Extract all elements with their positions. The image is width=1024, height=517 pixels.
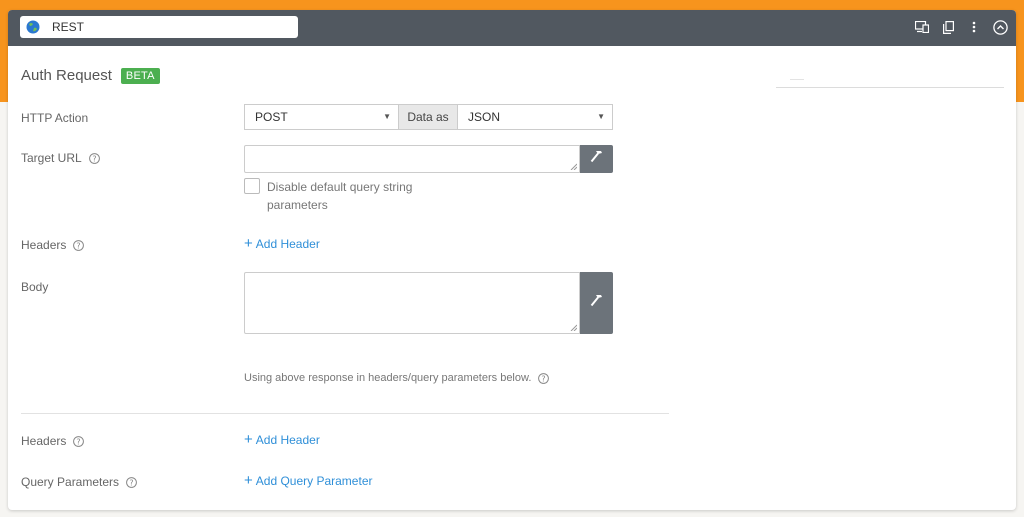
target-url-label-text: Target URL	[21, 151, 82, 165]
help-circle-icon[interactable]: ?	[88, 152, 100, 164]
globe-icon	[26, 20, 40, 34]
help-circle-icon[interactable]: ?	[73, 435, 85, 447]
plus-icon: +	[244, 235, 253, 252]
integration-name-field[interactable]: REST	[20, 16, 298, 38]
add-response-header-text: Add Header	[255, 433, 320, 447]
resize-handle-icon[interactable]	[570, 324, 577, 331]
chevron-down-icon: ▼	[597, 112, 605, 121]
hammer-icon	[590, 294, 603, 312]
section-title: Auth Request	[21, 67, 112, 84]
headers-label: Headers ?	[21, 238, 85, 252]
response-usage-note: Using above response in headers/query pa…	[244, 372, 550, 384]
resize-handle-icon[interactable]	[570, 163, 577, 170]
hammer-icon	[590, 150, 603, 168]
help-circle-icon[interactable]: ?	[73, 239, 85, 251]
integration-name: REST	[52, 20, 85, 34]
plus-icon: +	[244, 431, 253, 448]
disable-query-string-label: Disable default query string parameters	[267, 180, 413, 212]
svg-text:?: ?	[129, 478, 133, 487]
section-divider	[21, 413, 669, 414]
add-query-parameter-text: Add Query Parameter	[255, 474, 373, 488]
response-headers-label: Headers ?	[21, 434, 85, 448]
right-panel-placeholder	[790, 79, 804, 80]
target-url-builder-button[interactable]	[580, 145, 613, 173]
http-action-label: HTTP Action	[21, 111, 88, 125]
headers-label-text: Headers	[21, 238, 67, 252]
devices-icon[interactable]	[914, 19, 930, 35]
add-header-link[interactable]: + Add Header	[244, 235, 320, 252]
body-textarea[interactable]	[244, 272, 580, 334]
query-parameters-label: Query Parameters ?	[21, 475, 137, 489]
help-circle-icon[interactable]: ?	[126, 476, 137, 488]
data-format-value: JSON	[468, 110, 501, 124]
collapse-icon[interactable]	[992, 19, 1008, 35]
svg-text:?: ?	[77, 241, 81, 250]
data-format-select[interactable]: JSON ▼	[457, 104, 613, 130]
query-parameters-label-text: Query Parameters	[21, 475, 120, 489]
http-method-select[interactable]: POST ▼	[244, 104, 399, 130]
body-label: Body	[21, 280, 48, 294]
help-circle-icon[interactable]: ?	[538, 372, 550, 384]
add-header-text: Add Header	[255, 237, 320, 251]
add-query-parameter-link[interactable]: + Add Query Parameter	[244, 472, 373, 489]
svg-text:?: ?	[92, 154, 96, 163]
chevron-down-icon: ▼	[383, 112, 391, 121]
response-usage-text: Using above response in headers/query pa…	[244, 372, 532, 384]
http-action-label-text: HTTP Action	[21, 111, 89, 125]
svg-text:?: ?	[77, 437, 81, 446]
integration-card: REST Auth Request BETA HTTP Action POST …	[8, 10, 1016, 510]
data-as-addon: Data as	[399, 104, 457, 130]
plus-icon: +	[244, 472, 253, 489]
beta-badge: BETA	[120, 67, 160, 84]
svg-text:?: ?	[542, 374, 546, 383]
card-header-bar: REST	[8, 10, 1016, 46]
target-url-label: Target URL ?	[21, 151, 100, 165]
target-url-input[interactable]	[244, 145, 580, 173]
disable-query-string-checkbox[interactable]	[244, 178, 260, 194]
response-headers-label-text: Headers	[21, 434, 67, 448]
section-heading: Auth Request BETA	[21, 67, 160, 84]
more-vertical-icon[interactable]	[966, 19, 982, 35]
http-method-value: POST	[255, 110, 288, 124]
body-label-text: Body	[21, 280, 49, 294]
copy-icon[interactable]	[940, 19, 956, 35]
body-builder-button[interactable]	[580, 272, 613, 334]
add-response-header-link[interactable]: + Add Header	[244, 431, 320, 448]
right-panel-divider	[776, 87, 1004, 88]
